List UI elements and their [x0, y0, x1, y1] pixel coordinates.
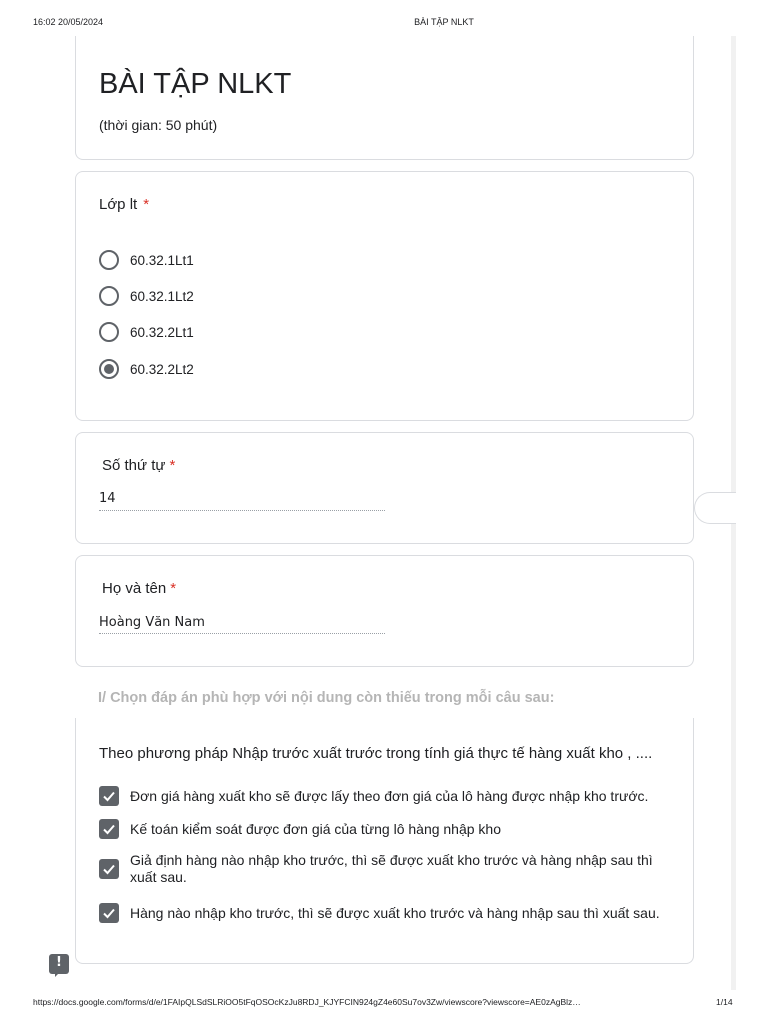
answer-value: Hoàng Văn Nam — [99, 615, 205, 630]
check-icon — [103, 908, 115, 919]
side-panel-tab[interactable] — [694, 492, 736, 524]
form-title: BÀI TẬP NLKT — [99, 68, 292, 100]
radio-button[interactable] — [99, 322, 119, 342]
radio-option-label: 60.32.2Lt1 — [130, 324, 194, 340]
form-description: (thời gian: 50 phút) — [99, 117, 218, 133]
radio-button[interactable] — [99, 250, 119, 270]
checkbox-option[interactable]: Đơn giá hàng xuất kho sẽ được lấy theo đ… — [99, 786, 669, 806]
answer-underline — [99, 633, 385, 634]
checkbox-checked[interactable] — [99, 819, 119, 839]
print-page-number: 1/14 — [716, 997, 733, 1007]
check-icon — [103, 824, 115, 835]
print-footer-url: https://docs.google.com/forms/d/e/1FAIpQ… — [33, 997, 581, 1007]
checkbox-option-label: Kế toán kiểm soát được đơn giá của từng … — [130, 820, 502, 837]
answer-value: 14 — [99, 491, 116, 506]
feedback-glyph: ! — [56, 955, 62, 970]
checkbox-checked[interactable] — [99, 786, 119, 806]
checkbox-option-label: Đơn giá hàng xuất kho sẽ được lấy theo đ… — [130, 787, 649, 804]
question-card-name: Họ và tên * Hoàng Văn Nam — [75, 555, 694, 667]
question-title: Số thứ tự * — [102, 457, 175, 474]
radio-button[interactable] — [99, 286, 119, 306]
radio-option[interactable]: 60.32.1Lt1 — [99, 249, 194, 271]
question-label: Lớp lt — [99, 196, 138, 213]
required-asterisk: * — [169, 457, 176, 474]
checkbox-option[interactable]: Kế toán kiểm soát được đơn giá của từng … — [99, 819, 669, 839]
checkbox-option-label: Giả định hàng nào nhập kho trước, thì sẽ… — [130, 852, 653, 885]
checkbox-option[interactable]: Giả định hàng nào nhập kho trước, thì sẽ… — [99, 852, 669, 886]
section-heading: I/ Chọn đáp án phù hợp với nội dung còn … — [98, 690, 555, 706]
print-doc-title: BÀI TẬP NLKT — [414, 17, 474, 27]
question-card-class: Lớp lt * 60.32.1Lt1 60.32.1Lt2 60.32.2Lt1… — [75, 171, 694, 421]
radio-option-label: 60.32.2Lt2 — [130, 361, 194, 377]
checkbox-checked[interactable] — [99, 859, 119, 879]
check-icon — [103, 791, 115, 802]
form-header-card: BÀI TẬP NLKT (thời gian: 50 phút) — [75, 36, 694, 160]
radio-option-label: 60.32.1Lt2 — [130, 288, 194, 304]
checkbox-option-label: Hàng nào nhập kho trước, thì sẽ được xuấ… — [130, 904, 660, 921]
radio-option[interactable]: 60.32.1Lt2 — [99, 285, 194, 307]
question-card-stt: Số thứ tự * 14 — [75, 432, 694, 544]
radio-option-label: 60.32.1Lt1 — [130, 252, 194, 268]
question-text: Theo phương pháp Nhập trước xuất trước t… — [99, 745, 653, 762]
checkbox-option[interactable]: Hàng nào nhập kho trước, thì sẽ được xuấ… — [99, 903, 669, 923]
checkbox-checked[interactable] — [99, 903, 119, 923]
radio-option[interactable]: 60.32.2Lt1 — [99, 321, 194, 343]
required-asterisk: * — [170, 580, 177, 597]
report-feedback-icon[interactable]: ! — [49, 954, 69, 977]
required-asterisk: * — [143, 196, 150, 213]
question-label: Số thứ tự — [102, 457, 166, 474]
check-icon — [103, 864, 115, 875]
question-label: Họ và tên — [102, 580, 167, 597]
radio-option-selected[interactable]: 60.32.2Lt2 — [99, 358, 194, 380]
answer-underline — [99, 510, 385, 511]
question-title: Lớp lt * — [99, 196, 149, 213]
question-title: Họ và tên * — [102, 580, 176, 597]
radio-button-selected[interactable] — [99, 359, 119, 379]
question-card-q1: Theo phương pháp Nhập trước xuất trước t… — [75, 718, 694, 964]
